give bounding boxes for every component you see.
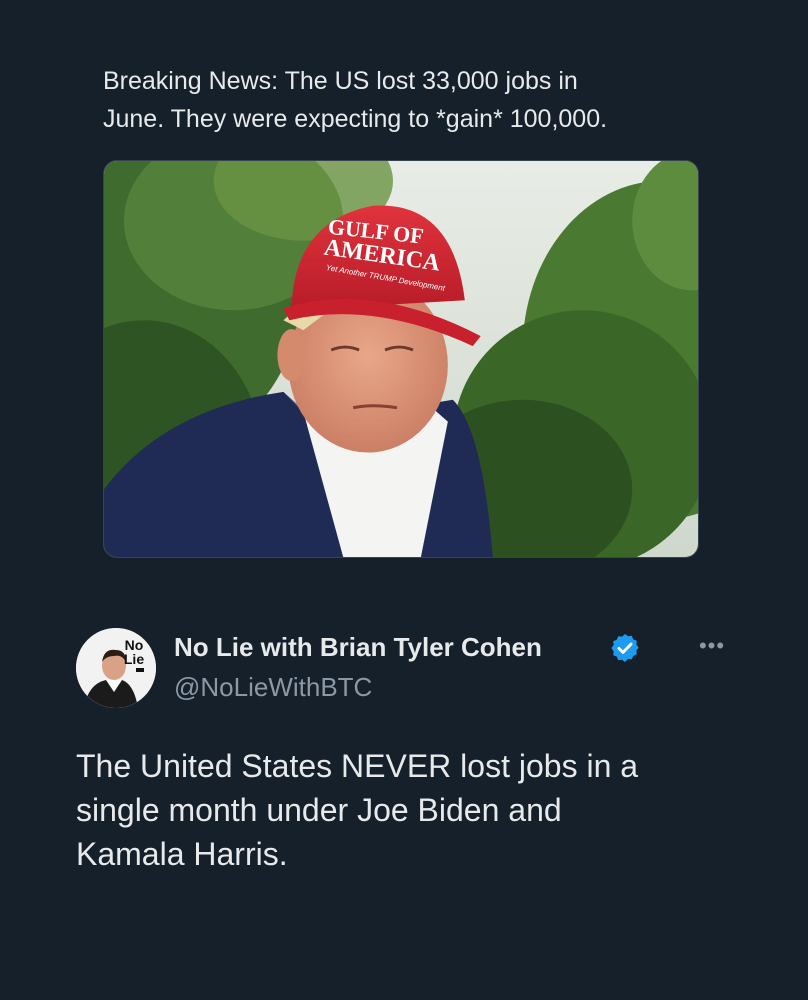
verified-badge-icon xyxy=(611,634,639,662)
author-handle[interactable]: @NoLieWithBTC xyxy=(174,672,372,703)
avatar[interactable]: No Lie xyxy=(76,628,156,708)
tweet-author-row: No Lie No Lie with Brian Tyler Cohen @No… xyxy=(76,628,736,712)
post-photo[interactable]: GULF OF AMERICA Yet Another TRUMP Develo… xyxy=(103,160,699,558)
author-display-name[interactable]: No Lie with Brian Tyler Cohen xyxy=(174,632,542,663)
tweet-text: The United States NEVER lost jobs in a s… xyxy=(76,748,639,872)
avatar-image: No Lie xyxy=(76,628,156,708)
more-horizontal-icon[interactable]: ••• xyxy=(692,634,732,658)
photo-illustration: GULF OF AMERICA Yet Another TRUMP Develo… xyxy=(104,161,698,557)
avatar-logo-bottom: Lie xyxy=(124,651,144,667)
quoted-post-text: Breaking News: The US lost 33,000 jobs i… xyxy=(103,67,608,133)
